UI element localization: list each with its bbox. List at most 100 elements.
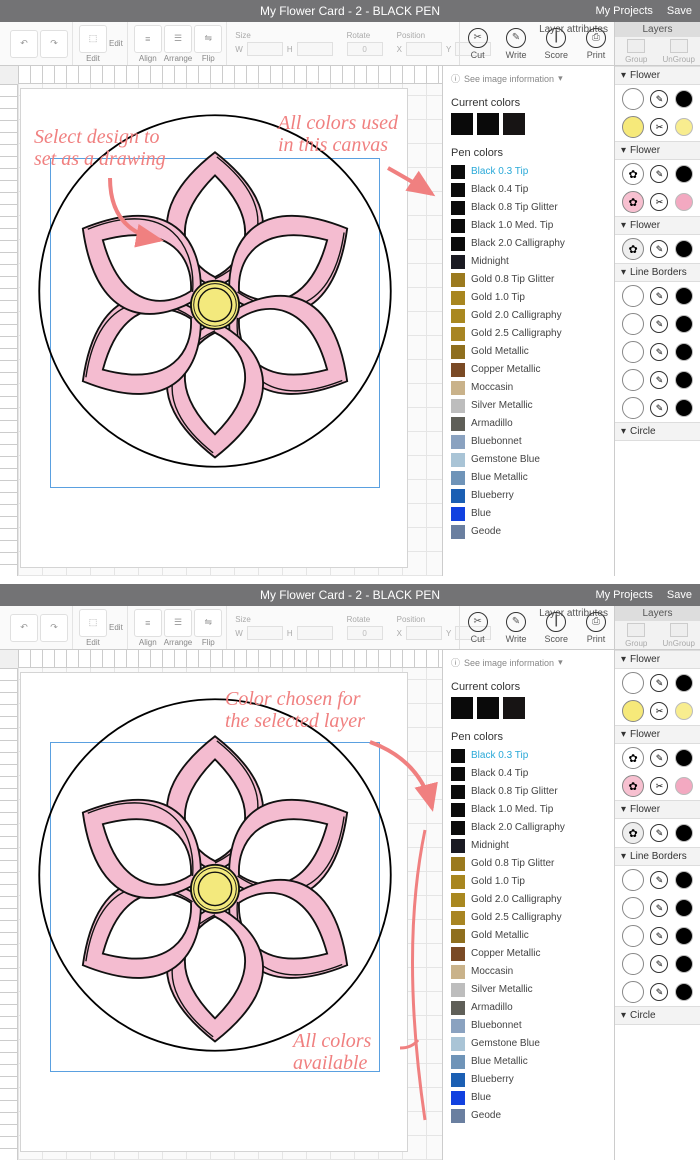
pen-color-option[interactable]: Armadillo	[451, 415, 606, 432]
layer-action-icon[interactable]: ✎	[650, 955, 668, 973]
write-op[interactable]: ✎ Write	[506, 612, 527, 644]
layer-action-icon[interactable]: ✎	[650, 899, 668, 917]
layer-color-swatch[interactable]	[675, 777, 693, 795]
pen-color-option[interactable]: Black 0.8 Tip Glitter	[451, 199, 606, 216]
ungroup-button[interactable]: UnGroup	[658, 621, 700, 649]
height-field[interactable]	[297, 42, 333, 56]
print-op[interactable]: ⎙ Print	[586, 612, 606, 644]
layer-row[interactable]: ✂	[615, 113, 700, 141]
score-op[interactable]: ┃ Score	[544, 612, 568, 644]
layer-action-icon[interactable]: ✎	[650, 983, 668, 1001]
layer-color-swatch[interactable]	[675, 399, 693, 417]
flip-button[interactable]: ⇋	[194, 25, 222, 53]
layer-action-icon[interactable]: ✂	[650, 193, 668, 211]
layer-group-header[interactable]: ▾ Flower	[615, 141, 700, 160]
layer-color-swatch[interactable]	[675, 899, 693, 917]
pen-color-option[interactable]: Blue Metallic	[451, 469, 606, 486]
cut-op[interactable]: ✂ Cut	[468, 28, 488, 60]
layer-row[interactable]: ✎	[615, 366, 700, 394]
current-color-swatch[interactable]	[503, 697, 525, 719]
pen-color-option[interactable]: Blue	[451, 1089, 606, 1106]
layer-group-header[interactable]: ▾ Flower	[615, 800, 700, 819]
my-projects-link[interactable]: My Projects	[595, 5, 652, 17]
layer-row[interactable]: ✿ ✂	[615, 772, 700, 800]
layer-group-header[interactable]: ▾ Flower	[615, 725, 700, 744]
pen-color-option[interactable]: Geode	[451, 1107, 606, 1124]
layer-row[interactable]: ✎	[615, 282, 700, 310]
current-color-swatch[interactable]	[451, 113, 473, 135]
pen-color-option[interactable]: Black 0.4 Tip	[451, 181, 606, 198]
pen-color-option[interactable]: Gold 2.5 Calligraphy	[451, 909, 606, 926]
layer-action-icon[interactable]: ✂	[650, 777, 668, 795]
current-color-swatch[interactable]	[451, 697, 473, 719]
select-all-button[interactable]: ⬚	[79, 609, 107, 637]
layer-row[interactable]: ✂	[615, 697, 700, 725]
pen-color-option[interactable]: Gold 1.0 Tip	[451, 289, 606, 306]
layer-action-icon[interactable]: ✎	[650, 399, 668, 417]
x-field[interactable]	[406, 42, 442, 56]
layer-action-icon[interactable]: ✎	[650, 871, 668, 889]
layer-row[interactable]: ✎	[615, 922, 700, 950]
layer-color-swatch[interactable]	[675, 90, 693, 108]
layer-row[interactable]: ✎	[615, 950, 700, 978]
width-field[interactable]	[247, 626, 283, 640]
layer-color-swatch[interactable]	[675, 118, 693, 136]
layer-color-swatch[interactable]	[675, 165, 693, 183]
arrange-button[interactable]: ☰	[164, 609, 192, 637]
layer-group-header[interactable]: ▾ Flower	[615, 66, 700, 85]
layer-action-icon[interactable]: ✎	[650, 824, 668, 842]
pen-color-option[interactable]: Gold Metallic	[451, 343, 606, 360]
pen-color-option[interactable]: Black 1.0 Med. Tip	[451, 801, 606, 818]
x-field[interactable]	[406, 626, 442, 640]
write-op[interactable]: ✎ Write	[506, 28, 527, 60]
layer-action-icon[interactable]: ✎	[650, 927, 668, 945]
pen-color-option[interactable]: Bluebonnet	[451, 433, 606, 450]
height-field[interactable]	[297, 626, 333, 640]
ungroup-button[interactable]: UnGroup	[658, 37, 700, 65]
layer-action-icon[interactable]: ✎	[650, 165, 668, 183]
pen-color-option[interactable]: Gold 0.8 Tip Glitter	[451, 855, 606, 872]
flip-button[interactable]: ⇋	[194, 609, 222, 637]
layer-row[interactable]: ✿ ✎	[615, 819, 700, 847]
canvas-artwork[interactable]	[30, 690, 400, 1060]
pen-color-option[interactable]: Silver Metallic	[451, 981, 606, 998]
pen-color-option[interactable]: Black 0.3 Tip	[451, 747, 606, 764]
layer-row[interactable]: ✎	[615, 894, 700, 922]
layer-action-icon[interactable]: ✎	[650, 315, 668, 333]
layer-group-header[interactable]: ▾ Flower	[615, 216, 700, 235]
layer-color-swatch[interactable]	[675, 343, 693, 361]
layer-color-swatch[interactable]	[675, 955, 693, 973]
pen-color-option[interactable]: Blueberry	[451, 1071, 606, 1088]
my-projects-link[interactable]: My Projects	[595, 589, 652, 601]
group-button[interactable]: Group	[615, 621, 658, 649]
layer-group-header[interactable]: ▾ Circle	[615, 1006, 700, 1025]
cut-op[interactable]: ✂ Cut	[468, 612, 488, 644]
pen-color-option[interactable]: Copper Metallic	[451, 361, 606, 378]
pen-color-option[interactable]: Gold 2.0 Calligraphy	[451, 891, 606, 908]
print-op[interactable]: ⎙ Print	[586, 28, 606, 60]
pen-color-option[interactable]: Gold Metallic	[451, 927, 606, 944]
canvas[interactable]: Color chosen forthe selected layer All c…	[0, 650, 442, 1160]
layer-row[interactable]: ✎	[615, 669, 700, 697]
layer-color-swatch[interactable]	[675, 371, 693, 389]
rotate-field[interactable]: 0	[347, 42, 383, 56]
layer-color-swatch[interactable]	[675, 871, 693, 889]
rotate-field[interactable]: 0	[347, 626, 383, 640]
current-color-swatch[interactable]	[503, 113, 525, 135]
layer-row[interactable]: ✎	[615, 85, 700, 113]
pen-color-option[interactable]: Midnight	[451, 253, 606, 270]
score-op[interactable]: ┃ Score	[544, 28, 568, 60]
align-button[interactable]: ≡	[134, 609, 162, 637]
layer-row[interactable]: ✎	[615, 310, 700, 338]
pen-color-option[interactable]: Gold 1.0 Tip	[451, 873, 606, 890]
pen-color-option[interactable]: Black 0.4 Tip	[451, 765, 606, 782]
see-image-info[interactable]: ⓘ See image information ▾	[451, 656, 606, 669]
pen-color-option[interactable]: Black 0.8 Tip Glitter	[451, 783, 606, 800]
pen-color-option[interactable]: Gemstone Blue	[451, 1035, 606, 1052]
pen-color-list[interactable]: Black 0.3 Tip Black 0.4 Tip Black 0.8 Ti…	[451, 747, 606, 1124]
layer-color-swatch[interactable]	[675, 287, 693, 305]
canvas-artwork[interactable]	[30, 106, 400, 476]
pen-color-option[interactable]: Blue Metallic	[451, 1053, 606, 1070]
pen-color-option[interactable]: Silver Metallic	[451, 397, 606, 414]
layer-action-icon[interactable]: ✎	[650, 90, 668, 108]
